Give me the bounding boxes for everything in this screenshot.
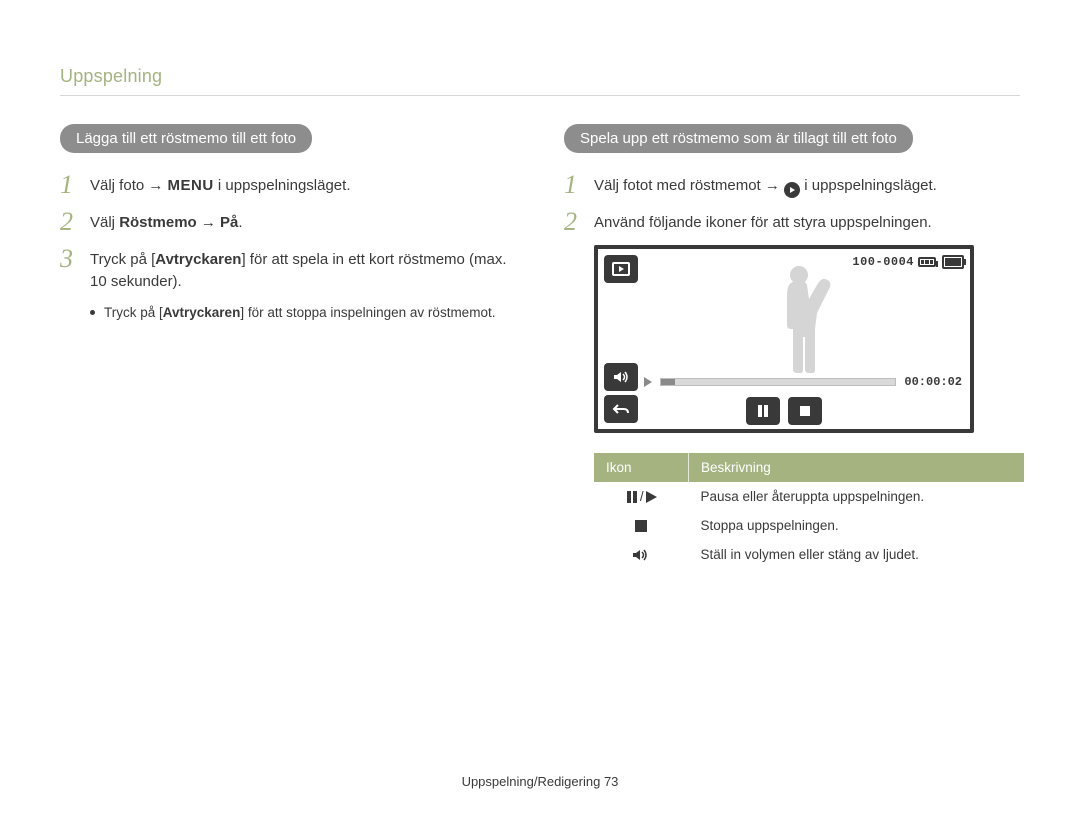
right-column: Spela upp ett röstmemo som är tillagt ti… — [564, 124, 1020, 569]
step-body: Tryck på [Avtryckaren] för att spela in … — [90, 245, 516, 293]
text: ] för att stoppa inspelningen av röstmem… — [240, 305, 495, 320]
page-section-title: Uppspelning — [60, 66, 1020, 87]
elapsed-time: 00:00:02 — [904, 375, 962, 389]
memory-icon — [918, 257, 936, 267]
button-label: Avtryckaren — [155, 251, 241, 268]
step-body: Använd följande ikoner för att styra upp… — [594, 208, 1020, 234]
text: i uppspelningsläget. — [214, 177, 351, 194]
play-marker-icon — [644, 377, 652, 387]
playback-mode-icon[interactable] — [604, 255, 638, 283]
text: Välj fotot med röstmemot — [594, 177, 765, 194]
th-icon: Ikon — [594, 453, 689, 482]
step-number: 1 — [60, 171, 90, 198]
right-heading: Spela upp ett röstmemo som är tillagt ti… — [564, 124, 913, 153]
step-number: 1 — [564, 171, 594, 198]
arrow-icon: → — [148, 177, 163, 194]
table-row: Stoppa uppspelningen. — [594, 511, 1024, 540]
step-body: Välj fotot med röstmemot → i uppspelning… — [594, 171, 1020, 198]
desc: Ställ in volymen eller stäng av ljudet. — [689, 540, 1025, 569]
footer-text: Uppspelning/Redigering — [462, 774, 601, 789]
volume-icon — [594, 540, 689, 569]
left-bullets: Tryck på [Avtryckaren] för att stoppa in… — [60, 303, 516, 323]
transport-controls — [598, 397, 970, 425]
battery-icon — [942, 255, 964, 269]
text: Tryck på [ — [90, 251, 155, 268]
arrow-icon: → — [197, 214, 220, 231]
text-bold: Röstmemo — [119, 214, 197, 231]
left-column: Lägga till ett röstmemo till ett foto 1 … — [60, 124, 516, 569]
stop-icon — [594, 511, 689, 540]
left-heading: Lägga till ett röstmemo till ett foto — [60, 124, 312, 153]
text: Välj foto — [90, 177, 148, 194]
text: Tryck på [ — [104, 305, 163, 320]
step-body: Välj Röstmemo → På. — [90, 208, 516, 234]
bullet-item: Tryck på [Avtryckaren] för att stoppa in… — [90, 303, 516, 323]
left-step-1: 1 Välj foto → MENU i uppspelningsläget. — [60, 171, 516, 198]
text: i uppspelningsläget. — [800, 177, 937, 194]
th-desc: Beskrivning — [689, 453, 1025, 482]
two-column-layout: Lägga till ett röstmemo till ett foto 1 … — [60, 124, 1020, 569]
desc: Stoppa uppspelningen. — [689, 511, 1025, 540]
step-number: 3 — [60, 245, 90, 272]
page-number: 73 — [604, 774, 618, 789]
text: . — [238, 214, 242, 231]
lcd-status: 100-0004 — [852, 255, 964, 269]
file-counter: 100-0004 — [852, 255, 914, 269]
text: Välj — [90, 214, 119, 231]
icon-description-table: Ikon Beskrivning / Pausa eller återuppta… — [594, 453, 1024, 569]
table-row: / Pausa eller återuppta uppspelningen. — [594, 482, 1024, 511]
page-footer: Uppspelning/Redigering 73 — [0, 774, 1080, 789]
arrow-icon: → — [765, 177, 784, 194]
menu-icon: MENU — [168, 177, 214, 194]
stop-button[interactable] — [788, 397, 822, 425]
divider — [60, 95, 1020, 96]
step-number: 2 — [60, 208, 90, 235]
text-bold: På — [220, 214, 238, 231]
left-step-3: 3 Tryck på [Avtryckaren] för att spela i… — [60, 245, 516, 293]
progress-track[interactable] — [660, 378, 896, 386]
desc: Pausa eller återuppta uppspelningen. — [689, 482, 1025, 511]
play-circle-icon — [784, 182, 800, 198]
pause-play-icon: / — [594, 482, 689, 511]
right-step-2: 2 Använd följande ikoner för att styra u… — [564, 208, 1020, 235]
button-label: Avtryckaren — [163, 305, 241, 320]
person-silhouette — [757, 263, 847, 377]
manual-page: Uppspelning Lägga till ett röstmemo till… — [0, 0, 1080, 815]
step-number: 2 — [564, 208, 594, 235]
camera-lcd: 100-0004 00:00:02 — [594, 245, 974, 433]
step-body: Välj foto → MENU i uppspelningsläget. — [90, 171, 516, 197]
left-step-2: 2 Välj Röstmemo → På. — [60, 208, 516, 235]
volume-icon[interactable] — [604, 363, 638, 391]
pause-button[interactable] — [746, 397, 780, 425]
progress-bar: 00:00:02 — [644, 375, 962, 389]
table-row: Ställ in volymen eller stäng av ljudet. — [594, 540, 1024, 569]
right-step-1: 1 Välj fotot med röstmemot → i uppspelni… — [564, 171, 1020, 198]
